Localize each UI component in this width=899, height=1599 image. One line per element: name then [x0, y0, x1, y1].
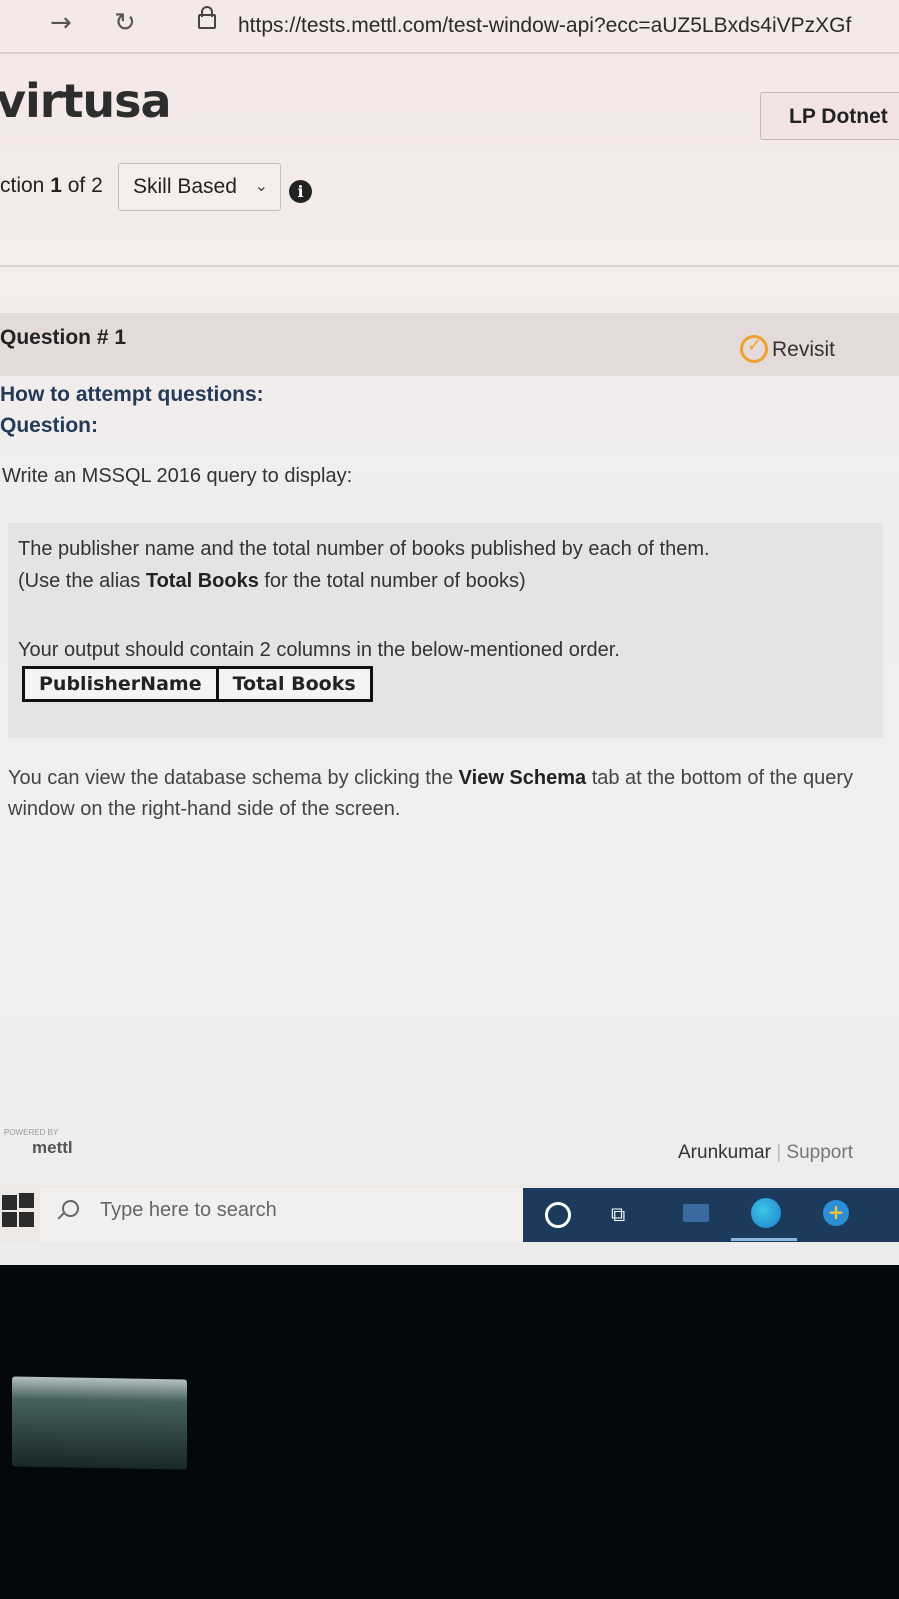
- search-icon: [62, 1200, 79, 1217]
- info-icon[interactable]: i: [289, 180, 312, 203]
- chevron-down-icon: ⌄: [254, 176, 268, 195]
- section-indicator: ction 1 of 2: [0, 174, 103, 198]
- output-instruction: Your output should contain 2 columns in …: [18, 639, 620, 661]
- task-view-icon[interactable]: ⧉: [611, 1202, 633, 1226]
- search-placeholder: Type here to search: [100, 1199, 277, 1221]
- view-schema-text: View Schema: [458, 767, 587, 789]
- divider: [0, 265, 899, 267]
- active-app-indicator: [731, 1238, 797, 1241]
- question-label: Question:: [0, 414, 98, 437]
- virtusa-logo: virtusa: [0, 74, 172, 128]
- alias-suffix: for the total number of books): [258, 570, 526, 592]
- problem-statement: The publisher name and the total number …: [8, 523, 883, 738]
- question-intro: Write an MSSQL 2016 query to display:: [2, 465, 353, 487]
- alias-name: Total Books: [145, 570, 259, 592]
- revisit-label: Revisit: [772, 338, 836, 361]
- test-name-label: LP Dotnet: [789, 105, 888, 128]
- problem-line-1: The publisher name and the total number …: [18, 538, 710, 560]
- section-current: 1: [50, 174, 62, 197]
- edge-browser-icon[interactable]: [751, 1198, 781, 1228]
- footer-separator: |: [776, 1142, 782, 1163]
- alias-prefix: (Use the alias: [18, 570, 146, 592]
- question-number: Question # 1: [0, 326, 127, 349]
- section-total: of 2: [67, 174, 103, 197]
- schema-hint: You can view the database schema by clic…: [8, 763, 868, 825]
- column-header-total-books: Total Books: [215, 669, 370, 699]
- cortana-icon[interactable]: [545, 1202, 571, 1228]
- section-type-value: Skill Based: [133, 175, 237, 198]
- url-field[interactable]: https://tests.mettl.com/test-window-api?…: [238, 14, 851, 38]
- taskbar-search-input[interactable]: Type here to search: [40, 1188, 523, 1242]
- question-header: Question # 1 Revisit: [0, 313, 899, 376]
- lock-icon: [198, 6, 216, 29]
- section-type-select[interactable]: Skill Based ⌄: [118, 163, 281, 211]
- support-link[interactable]: Support: [786, 1142, 853, 1163]
- column-header-publishername: PublisherName: [39, 673, 202, 695]
- monitor-stand-reflection: [12, 1376, 187, 1470]
- problem-line-2: (Use the alias Total Books for the total…: [18, 570, 526, 593]
- forward-arrow-icon[interactable]: →: [50, 8, 72, 38]
- output-columns-table: PublisherName Total Books: [22, 666, 373, 702]
- browser-address-bar: → ↻ https://tests.mettl.com/test-window-…: [0, 0, 899, 54]
- test-name-button[interactable]: LP Dotnet: [760, 92, 899, 140]
- revisit-button[interactable]: Revisit: [740, 335, 836, 363]
- powered-by-label: POWERED BY: [4, 1128, 59, 1137]
- app-icon[interactable]: [683, 1204, 709, 1222]
- user-name: Arunkumar: [678, 1142, 771, 1163]
- revisit-check-icon: [740, 335, 768, 363]
- footer-links: Arunkumar | Support: [678, 1142, 853, 1164]
- section-prefix: ction: [0, 174, 45, 197]
- reload-icon[interactable]: ↻: [114, 8, 136, 38]
- screen: → ↻ https://tests.mettl.com/test-window-…: [0, 0, 899, 1265]
- how-to-attempt-link[interactable]: How to attempt questions:: [0, 383, 264, 407]
- mettl-logo: mettl: [32, 1138, 73, 1157]
- app-store-icon[interactable]: +: [823, 1200, 849, 1226]
- windows-start-icon[interactable]: [2, 1193, 36, 1227]
- taskbar-apps: ⧉ +: [523, 1188, 899, 1242]
- schema-hint-prefix: You can view the database schema by clic…: [8, 767, 459, 789]
